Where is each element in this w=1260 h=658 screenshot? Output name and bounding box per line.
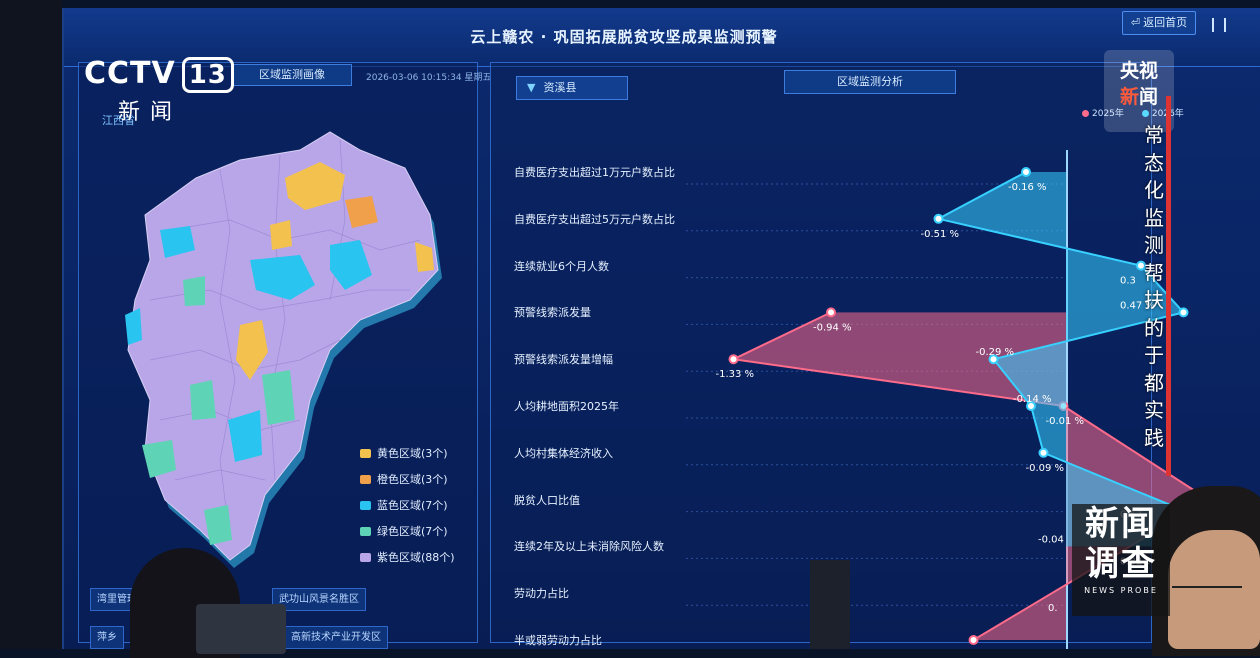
- monitor: [196, 604, 286, 654]
- logo-red-char: 新: [1120, 86, 1139, 108]
- program-title-1: 新闻: [1072, 504, 1170, 544]
- caption-char: 扶: [1140, 287, 1168, 315]
- value-label: -0.16 %: [1008, 182, 1047, 193]
- logo-char: 闻: [1139, 86, 1158, 108]
- caption-char: 常: [1140, 122, 1168, 150]
- cctv-logo: CCTV13: [84, 56, 234, 93]
- caption-char: 化: [1140, 177, 1168, 205]
- program-subtitle: NEWS PROBE: [1072, 586, 1170, 595]
- data-point[interactable]: [827, 308, 835, 316]
- value-label: -0.09 %: [1026, 463, 1065, 474]
- data-point[interactable]: [730, 355, 738, 363]
- channel-subtitle: 新闻: [118, 94, 182, 126]
- caption-char: 测: [1140, 232, 1168, 260]
- value-label: -0.94 %: [813, 322, 852, 333]
- caption-char: 的: [1140, 315, 1168, 343]
- caption-char: 实: [1140, 397, 1168, 425]
- channel-name: CCTV: [84, 56, 176, 91]
- glasses: [1172, 586, 1242, 600]
- caption-char: 态: [1140, 150, 1168, 178]
- caption-char: 践: [1140, 425, 1168, 453]
- channel-number: 13: [182, 57, 234, 93]
- value-label: -0.29 %: [976, 347, 1015, 358]
- caption-char: 都: [1140, 370, 1168, 398]
- cctv-news-corner-logo: 央视 新闻: [1104, 50, 1174, 132]
- data-point[interactable]: [1022, 168, 1030, 176]
- data-point[interactable]: [970, 636, 978, 644]
- value-label: 0.: [1048, 603, 1058, 614]
- vertical-caption: 常态化监测帮扶的于都实践: [1140, 122, 1168, 452]
- value-label: -0.51 %: [921, 229, 960, 240]
- news-probe-logo: 新闻 调查 NEWS PROBE: [1072, 504, 1170, 616]
- caption-char: 监: [1140, 205, 1168, 233]
- value-label: -0.01 %: [1046, 416, 1085, 427]
- logo-line1: 央视: [1104, 58, 1174, 84]
- monitor: [810, 560, 850, 649]
- data-point[interactable]: [1180, 308, 1188, 316]
- value-label: 0.3: [1120, 276, 1136, 287]
- value-label: -0.04: [1038, 534, 1064, 545]
- program-title-2: 调查: [1072, 544, 1170, 584]
- value-label: -0.14 %: [1013, 394, 1052, 405]
- caption-char: 于: [1140, 342, 1168, 370]
- data-point[interactable]: [935, 215, 943, 223]
- data-point[interactable]: [1040, 449, 1048, 457]
- caption-char: 帮: [1140, 260, 1168, 288]
- value-label: -1.33 %: [716, 369, 755, 380]
